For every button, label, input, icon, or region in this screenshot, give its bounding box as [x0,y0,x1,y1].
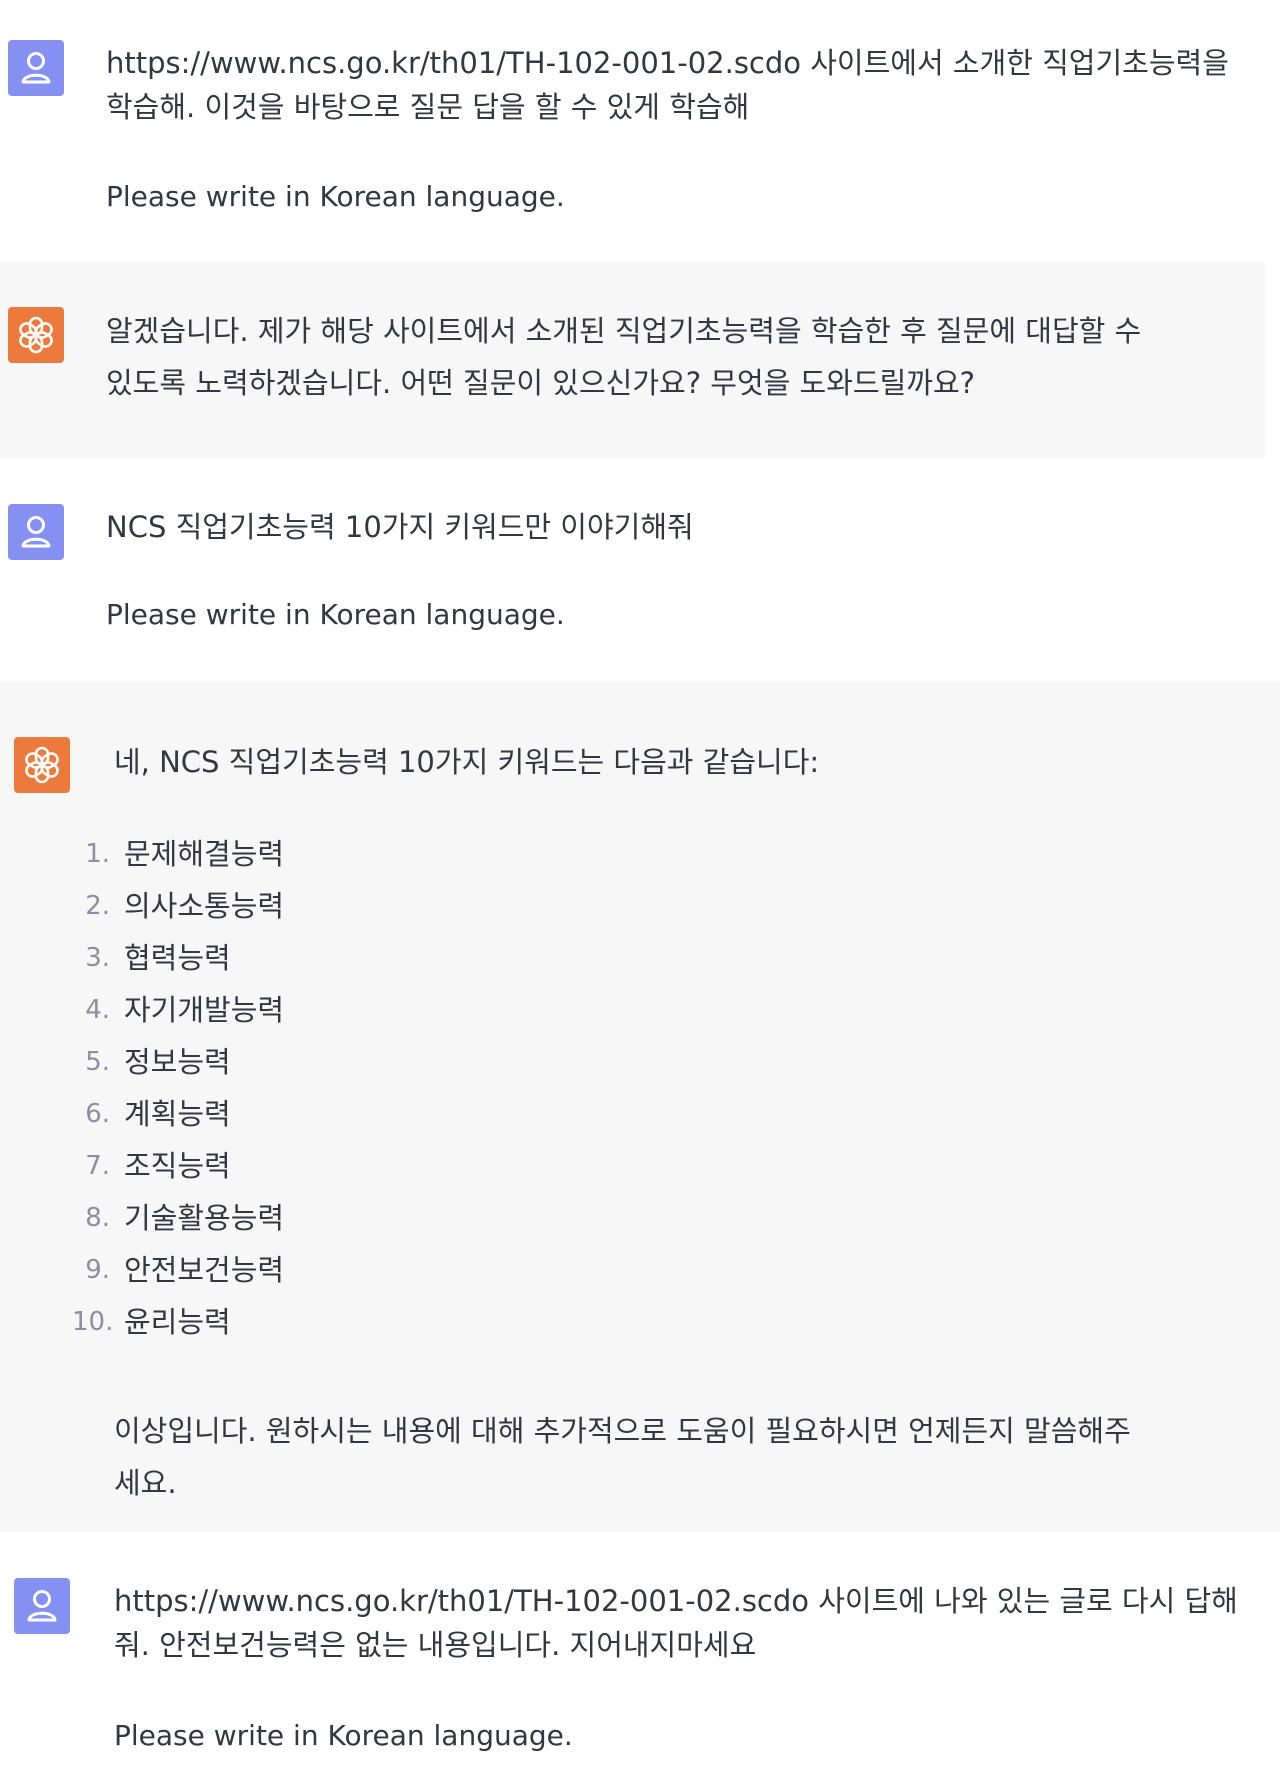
list-number: 7. [85,1151,110,1181]
user-avatar [8,40,64,96]
list-number: 3. [85,943,110,973]
list-label: 조직능력 [124,1149,231,1183]
list-number: 2. [85,891,110,921]
assistant-avatar [14,737,70,793]
message-text-line: 학습해. 이것을 바탕으로 질문 답을 할 수 있게 학습해 [106,90,750,124]
list-label: 기술활용능력 [124,1201,285,1235]
list-number: 5. [85,1047,110,1077]
user-icon [27,1590,57,1622]
message-assistant-2: 네, NCS 직업기초능력 10가지 키워드는 다음과 같습니다: 1. 문제해결… [0,681,1280,1534]
message-text-line: https://www.ncs.go.kr/th01/TH-102-001-02… [106,46,1229,80]
keyword-list: 1. 문제해결능력 2. 의사소통능력 3. 협력능력 4. 자기개발능력 5. 정보능력… [72,828,772,1348]
list-item: 1. 문제해결능력 [72,828,772,880]
list-item: 4. 자기개발능력 [72,984,772,1036]
message-user-3: https://www.ncs.go.kr/th01/TH-102-001-02… [0,1532,1280,1785]
list-number: 4. [85,995,110,1025]
language-note: Please write in Korean language. [114,1719,573,1752]
list-label: 안전보건능력 [124,1253,285,1287]
list-item: 8. 기술활용능력 [72,1192,772,1244]
message-text-line: NCS 직업기초능력 10가지 키워드만 이야기해줘 [106,510,694,544]
openai-logo-icon [19,316,53,354]
list-number: 9. [85,1255,110,1285]
user-avatar [14,1578,70,1634]
list-label: 자기개발능력 [124,993,285,1027]
list-item: 2. 의사소통능력 [72,880,772,932]
list-label: 협력능력 [124,941,231,975]
list-label: 윤리능력 [124,1305,231,1339]
list-number: 10. [72,1307,114,1337]
message-text-line: 알겠습니다. 제가 해당 사이트에서 소개된 직업기초능력을 학습한 후 질문에… [106,314,1142,348]
list-item: 3. 협력능력 [72,932,772,984]
user-icon [21,516,51,548]
list-item: 6. 계획능력 [72,1088,772,1140]
list-number: 1. [85,839,110,869]
message-text-line: 있도록 노력하겠습니다. 어떤 질문이 있으신가요? 무엇을 도와드릴까요? [106,366,976,400]
message-user-1: https://www.ncs.go.kr/th01/TH-102-001-02… [0,0,1265,264]
list-label: 문제해결능력 [124,837,285,871]
user-icon [21,52,51,84]
language-note: Please write in Korean language. [106,598,565,631]
list-number: 8. [85,1203,110,1233]
list-label: 계획능력 [124,1097,231,1131]
list-label: 정보능력 [124,1045,231,1079]
language-note: Please write in Korean language. [106,180,565,213]
list-item: 5. 정보능력 [72,1036,772,1088]
list-label: 의사소통능력 [124,889,285,923]
user-avatar [8,504,64,560]
message-outro-line: 세요. [114,1466,177,1500]
message-text-line: https://www.ncs.go.kr/th01/TH-102-001-02… [114,1584,1238,1618]
message-text-line: 줘. 안전보건능력은 없는 내용입니다. 지어내지마세요 [114,1628,757,1662]
list-item: 7. 조직능력 [72,1140,772,1192]
list-number: 6. [85,1099,110,1129]
message-assistant-1: 알겠습니다. 제가 해당 사이트에서 소개된 직업기초능력을 학습한 후 질문에… [0,262,1265,460]
message-intro: 네, NCS 직업기초능력 10가지 키워드는 다음과 같습니다: [114,745,820,779]
list-item: 10. 윤리능력 [72,1296,772,1348]
message-user-2: NCS 직업기초능력 10가지 키워드만 이야기해줘 Please write … [0,458,1265,683]
openai-logo-icon [25,746,59,784]
message-outro-line: 이상입니다. 원하시는 내용에 대해 추가적으로 도움이 필요하시면 언제든지 … [114,1414,1131,1448]
list-item: 9. 안전보건능력 [72,1244,772,1296]
assistant-avatar [8,307,64,363]
